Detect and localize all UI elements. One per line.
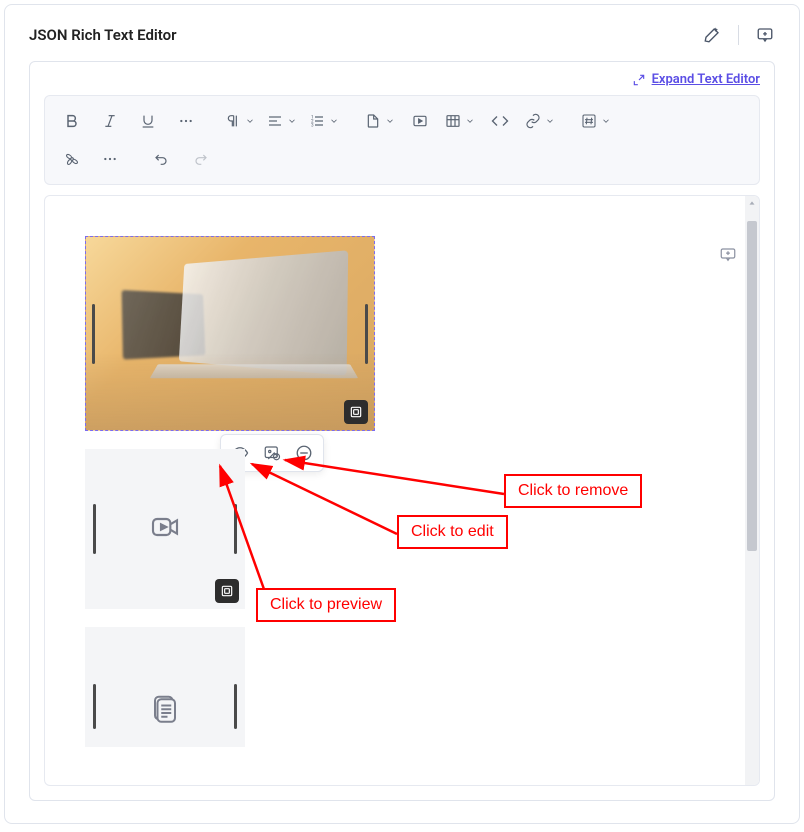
document-placeholder-block[interactable]: [85, 627, 245, 747]
hash-dropdown[interactable]: [577, 104, 615, 138]
link-dropdown[interactable]: [521, 104, 559, 138]
maximize-icon[interactable]: [344, 400, 368, 424]
editor-toolbar: 123: [44, 95, 760, 185]
add-comment-icon[interactable]: [755, 25, 775, 45]
resize-handle-left[interactable]: [93, 504, 96, 554]
video-placeholder-block[interactable]: [85, 449, 245, 609]
resize-handle-right[interactable]: [234, 684, 237, 729]
expand-editor-label: Expand Text Editor: [652, 72, 760, 87]
undo-button[interactable]: [145, 142, 179, 176]
maximize-icon[interactable]: [215, 579, 239, 603]
insert-video-button[interactable]: [403, 104, 437, 138]
remove-image-button[interactable]: [289, 439, 319, 467]
resize-handle-left[interactable]: [93, 684, 96, 729]
editor-content[interactable]: [44, 195, 760, 786]
more-format-button[interactable]: [169, 104, 203, 138]
magic-wand-icon[interactable]: [702, 25, 722, 45]
image-block-selected[interactable]: [85, 236, 375, 431]
expand-editor-link[interactable]: Expand Text Editor: [632, 72, 760, 87]
align-dropdown[interactable]: [263, 104, 301, 138]
code-button[interactable]: [483, 104, 517, 138]
table-dropdown[interactable]: [441, 104, 479, 138]
svg-text:3: 3: [311, 122, 314, 128]
redo-button[interactable]: [183, 142, 217, 176]
divider: [738, 25, 739, 45]
resize-handle-right[interactable]: [234, 504, 237, 554]
vertical-scrollbar[interactable]: [745, 196, 759, 785]
propeller-button[interactable]: [55, 142, 89, 176]
document-lines-icon: [150, 693, 180, 727]
resize-handle-left[interactable]: [92, 304, 95, 364]
paragraph-dropdown[interactable]: [221, 104, 259, 138]
more-insert-button[interactable]: [93, 142, 127, 176]
insert-file-dropdown[interactable]: [361, 104, 399, 138]
resize-handle-right[interactable]: [365, 304, 368, 364]
list-dropdown[interactable]: 123: [305, 104, 343, 138]
underline-button[interactable]: [131, 104, 165, 138]
edit-image-button[interactable]: [257, 439, 287, 467]
page-title: JSON Rich Text Editor: [29, 26, 177, 44]
video-camera-icon: [149, 511, 181, 547]
bold-button[interactable]: [55, 104, 89, 138]
scroll-thumb[interactable]: [747, 221, 757, 551]
italic-button[interactable]: [93, 104, 127, 138]
